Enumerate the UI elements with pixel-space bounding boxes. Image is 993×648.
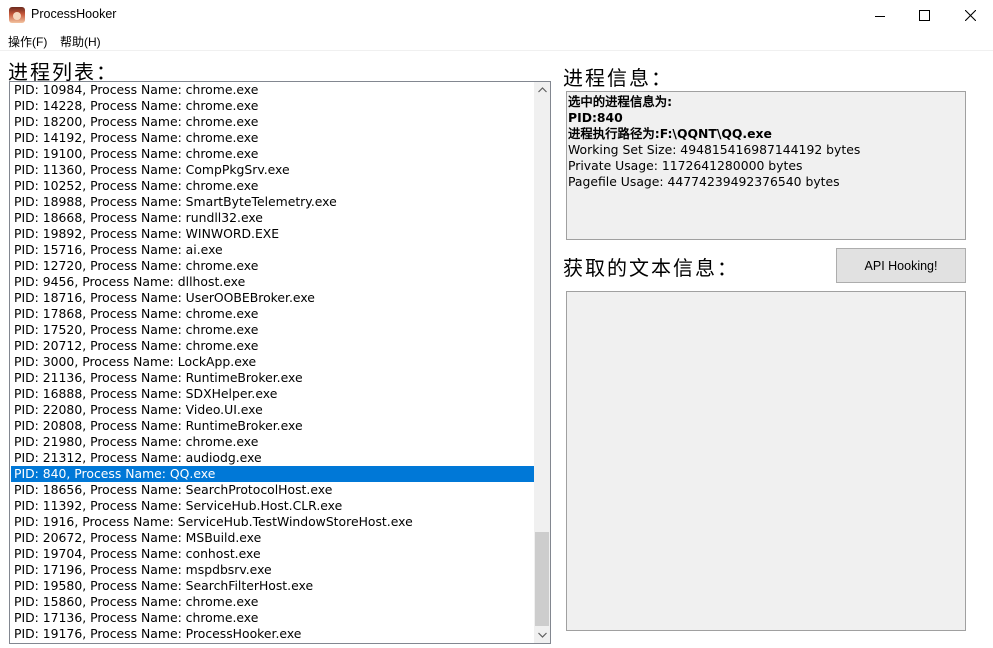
process-list-item[interactable]: PID: 21136, Process Name: RuntimeBroker.… [11,370,535,386]
process-list-item[interactable]: PID: 19892, Process Name: WINWORD.EXE [11,226,535,242]
info-line-path: 进程执行路径为:F:\QQNT\QQ.exe [568,126,772,141]
app-icon [9,7,25,23]
process-list-item[interactable]: PID: 19100, Process Name: chrome.exe [11,146,535,162]
process-list-item[interactable]: PID: 18988, Process Name: SmartByteTelem… [11,194,535,210]
process-list-items: PID: 10984, Process Name: chrome.exe PID:… [11,82,535,642]
minimize-icon [875,15,885,17]
scroll-thumb[interactable] [535,532,549,626]
maximize-button[interactable] [901,0,947,31]
process-list-item[interactable]: PID: 18716, Process Name: UserOOBEBroker… [11,290,535,306]
window-title: ProcessHooker [31,7,117,21]
info-line-pagefile-usage: Pagefile Usage: 44774239492376540 bytes [568,174,840,189]
info-line-private-usage: Private Usage: 1172641280000 bytes [568,158,803,173]
text-info-heading: 获取的文本信息： [563,256,739,280]
chevron-down-icon [537,632,547,638]
close-icon [964,10,976,21]
process-list-item[interactable]: PID: 11392, Process Name: ServiceHub.Hos… [11,498,535,514]
process-list-item[interactable]: PID: 20712, Process Name: chrome.exe [11,338,535,354]
process-list-item[interactable]: PID: 840, Process Name: QQ.exe [11,466,535,482]
info-line-pid: PID:840 [568,110,623,125]
process-list-item[interactable]: PID: 1916, Process Name: ServiceHub.Test… [11,514,535,530]
process-list-item[interactable]: PID: 17868, Process Name: chrome.exe [11,306,535,322]
process-list-item[interactable]: PID: 18200, Process Name: chrome.exe [11,114,535,130]
process-list-item[interactable]: PID: 11360, Process Name: CompPkgSrv.exe [11,162,535,178]
process-list-item[interactable]: PID: 20808, Process Name: RuntimeBroker.… [11,418,535,434]
process-listbox[interactable]: PID: 10984, Process Name: chrome.exe PID:… [9,81,551,644]
api-hooking-button[interactable]: API Hooking! [836,248,966,283]
process-list-item[interactable]: PID: 10252, Process Name: chrome.exe [11,178,535,194]
info-line-header: 选中的进程信息为: [568,94,673,109]
process-list-item[interactable]: PID: 21980, Process Name: chrome.exe [11,434,535,450]
process-list-item[interactable]: PID: 15716, Process Name: ai.exe [11,242,535,258]
process-list-item[interactable]: PID: 16888, Process Name: SDXHelper.exe [11,386,535,402]
process-list-item[interactable]: PID: 14192, Process Name: chrome.exe [11,130,535,146]
process-list-item[interactable]: PID: 19704, Process Name: conhost.exe [11,546,535,562]
process-list-item[interactable]: PID: 17196, Process Name: mspdbsrv.exe [11,562,535,578]
process-list-item[interactable]: PID: 18668, Process Name: rundll32.exe [11,210,535,226]
process-list-item[interactable]: PID: 3000, Process Name: LockApp.exe [11,354,535,370]
info-line-working-set: Working Set Size: 494815416987144192 byt… [568,142,861,157]
scroll-down-button[interactable] [534,627,550,643]
menu-bar: 操作(F) 帮助(H) [0,31,993,51]
process-info-box[interactable]: 选中的进程信息为: PID:840 进程执行路径为:F:\QQNT\QQ.exe… [566,91,966,240]
title-bar: ProcessHooker [0,0,993,31]
captured-text-box[interactable] [566,291,966,631]
vertical-scrollbar[interactable] [534,82,550,643]
menu-help[interactable]: 帮助(H) [60,33,101,50]
maximize-icon [918,10,930,21]
process-info-heading: 进程信息： [563,66,673,90]
scroll-up-button[interactable] [534,82,550,98]
process-list-item[interactable]: PID: 22080, Process Name: Video.UI.exe [11,402,535,418]
menu-operate[interactable]: 操作(F) [8,33,47,50]
process-list-item[interactable]: PID: 14228, Process Name: chrome.exe [11,98,535,114]
process-list-item[interactable]: PID: 9456, Process Name: dllhost.exe [11,274,535,290]
process-list-item[interactable]: PID: 19580, Process Name: SearchFilterHo… [11,578,535,594]
process-list-item[interactable]: PID: 17520, Process Name: chrome.exe [11,322,535,338]
process-list-item[interactable]: PID: 17136, Process Name: chrome.exe [11,610,535,626]
minimize-button[interactable] [857,0,903,31]
process-list-item[interactable]: PID: 15860, Process Name: chrome.exe [11,594,535,610]
process-list-item[interactable]: PID: 20672, Process Name: MSBuild.exe [11,530,535,546]
close-button[interactable] [947,0,993,31]
chevron-up-icon [537,87,547,93]
process-list-item[interactable]: PID: 12720, Process Name: chrome.exe [11,258,535,274]
process-list-item[interactable]: PID: 10984, Process Name: chrome.exe [11,82,535,98]
process-list-item[interactable]: PID: 18656, Process Name: SearchProtocol… [11,482,535,498]
process-list-item[interactable]: PID: 21312, Process Name: audiodg.exe [11,450,535,466]
process-list-item[interactable]: PID: 19176, Process Name: ProcessHooker.… [11,626,535,642]
